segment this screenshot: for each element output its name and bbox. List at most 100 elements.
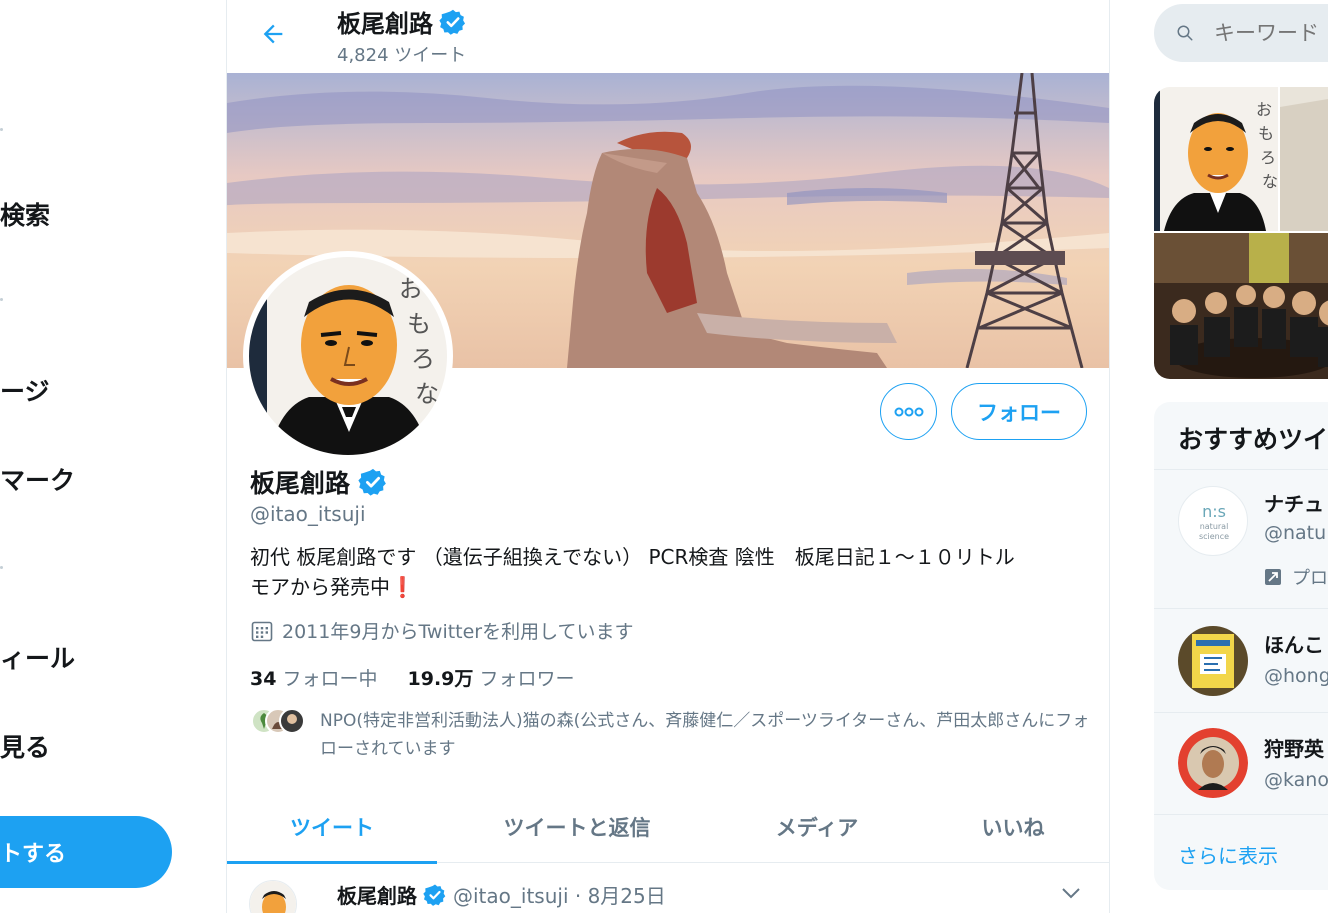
following-count: 34 bbox=[250, 668, 277, 690]
svg-text:お: お bbox=[1256, 100, 1272, 119]
verified-badge-icon bbox=[439, 9, 466, 35]
media-thumbnail-1[interactable]: お も ろ な bbox=[1154, 87, 1278, 231]
tweet-avatar[interactable] bbox=[249, 880, 297, 913]
tweet-avatar-image bbox=[250, 881, 296, 913]
search-icon bbox=[1177, 25, 1193, 41]
media-thumbnail-2[interactable] bbox=[1280, 87, 1328, 231]
nav-item-bookmarks[interactable]: マーク bbox=[0, 461, 75, 497]
profile-avatar[interactable]: お も ろ な bbox=[243, 251, 453, 461]
recommended-avatar-image bbox=[1178, 728, 1248, 798]
recommended-item[interactable]: n:s natural science ナチュ @natu プロ bbox=[1154, 469, 1328, 608]
svg-text:ろ: ろ bbox=[1260, 148, 1276, 167]
more-dots-icon bbox=[894, 407, 923, 416]
followers-count: 19.9万 bbox=[407, 668, 474, 690]
tab-tweets-and-replies[interactable]: ツイートと返信 bbox=[437, 790, 717, 863]
recommended-name[interactable]: ほんこ bbox=[1264, 629, 1324, 658]
profile-header-bar: 板尾創路 4,824 ツイート bbox=[227, 0, 1109, 73]
svg-text:ろ: ろ bbox=[411, 345, 435, 373]
logo-subtitle: natural science bbox=[1198, 522, 1230, 541]
search-input[interactable] bbox=[1214, 21, 1328, 45]
recommended-title: おすすめツイ bbox=[1178, 425, 1328, 454]
verified-badge-icon bbox=[423, 884, 446, 906]
tweet-button[interactable]: トする bbox=[0, 816, 172, 888]
following-label: フォロー中 bbox=[282, 668, 378, 690]
tab-likes[interactable]: いいね bbox=[917, 790, 1109, 863]
promoted-icon bbox=[1265, 569, 1281, 585]
nav-item-more[interactable]: 見る bbox=[0, 728, 50, 764]
recommended-name[interactable]: 狩野英 bbox=[1264, 733, 1324, 762]
recommended-avatar[interactable] bbox=[1178, 728, 1248, 798]
profile-handle: @itao_itsuji bbox=[250, 502, 366, 526]
tweet-count: 4,824 ツイート bbox=[337, 45, 467, 66]
nav-item-search[interactable]: 検索 bbox=[0, 196, 50, 232]
svg-text:n:s: n:s bbox=[1202, 502, 1226, 521]
promoted-text: プロ bbox=[1292, 568, 1328, 589]
follow-button[interactable]: フォロー bbox=[951, 383, 1087, 440]
nav-icon bbox=[0, 566, 3, 569]
more-options-button[interactable] bbox=[880, 383, 937, 440]
right-sidebar: お も ろ な bbox=[1110, 0, 1328, 913]
media-thumbnail-3[interactable] bbox=[1154, 233, 1328, 379]
calendar-icon bbox=[251, 621, 273, 641]
joined-text: 2011年9月からTwitterを利用しています bbox=[282, 621, 634, 643]
tweet-meta: @itao_itsuji · 8月25日 bbox=[453, 884, 666, 908]
recommended-panel: おすすめツイ n:s natural science ナチュ @natu プロ bbox=[1154, 402, 1328, 890]
followed-by[interactable]: NPO(特定非営利活動法人)猫の森(公式さん、斉藤健仁／スポーツライターさん、芦… bbox=[250, 707, 1090, 763]
media-grid: お も ろ な bbox=[1154, 87, 1328, 379]
nav-item-page[interactable]: ージ bbox=[0, 372, 50, 408]
followers-label: フォロワー bbox=[479, 668, 575, 690]
avatar-caption-text: お bbox=[399, 275, 423, 303]
nav-item-profile[interactable]: ィール bbox=[0, 639, 75, 675]
svg-text:な: な bbox=[415, 380, 439, 408]
profile-bio: 初代 板尾創路です （遺伝子組換えでない） PCR検査 陰性 板尾日記１〜１０リ… bbox=[250, 542, 1100, 602]
header-title: 板尾創路 bbox=[337, 4, 467, 39]
tweet-header: 板尾創路 @itao_itsuji · 8月25日 bbox=[337, 880, 666, 909]
profile-tabs: ツイート ツイートと返信 メディア いいね bbox=[227, 790, 1109, 864]
media-image-1: お も ろ な bbox=[1154, 87, 1278, 231]
bio-line-2: モアから発売中❗ bbox=[250, 572, 1100, 602]
recommended-item[interactable]: 狩野英 @kano bbox=[1154, 712, 1328, 814]
profile-name-text: 板尾創路 bbox=[250, 469, 351, 498]
nav-icon bbox=[0, 128, 3, 131]
svg-text:も: も bbox=[407, 310, 431, 338]
tweet-item[interactable]: 板尾創路 @itao_itsuji · 8月25日 bbox=[227, 864, 1109, 913]
follow-stats: 34 フォロー中 19.9万 フォロワー bbox=[250, 664, 574, 691]
svg-text:な: な bbox=[1262, 172, 1278, 191]
media-image-3 bbox=[1154, 233, 1328, 379]
back-button[interactable] bbox=[257, 18, 289, 50]
tab-tweets[interactable]: ツイート bbox=[227, 790, 437, 864]
tweet-author-name[interactable]: 板尾創路 bbox=[337, 880, 417, 909]
chevron-down-icon[interactable] bbox=[1061, 886, 1081, 900]
recommended-avatar[interactable] bbox=[1178, 626, 1248, 696]
recommended-item[interactable]: ほんこ @hong bbox=[1154, 608, 1328, 712]
recommended-handle: @natu bbox=[1264, 522, 1327, 544]
profile-column: 板尾創路 4,824 ツイート お も ろ な フォロー 板尾創路 @itao_… bbox=[226, 0, 1110, 913]
recommended-avatar[interactable]: n:s natural science bbox=[1178, 486, 1248, 556]
avatar-image: お も ろ な bbox=[249, 257, 447, 455]
recommended-handle: @hong bbox=[1264, 665, 1328, 687]
verified-badge-icon bbox=[358, 468, 386, 496]
natural-science-logo: n:s natural science bbox=[1198, 502, 1230, 541]
followers-link[interactable]: 19.9万 フォロワー bbox=[408, 664, 575, 691]
back-arrow-icon bbox=[263, 24, 283, 44]
tab-media[interactable]: メディア bbox=[717, 790, 917, 863]
following-link[interactable]: 34 フォロー中 bbox=[250, 664, 378, 691]
svg-text:も: も bbox=[1258, 124, 1274, 143]
promoted-label: プロ bbox=[1264, 564, 1328, 590]
recommended-avatar-image bbox=[1178, 626, 1248, 696]
bio-line-2-text: モアから発売中 bbox=[250, 575, 390, 599]
search-box[interactable] bbox=[1154, 4, 1328, 62]
profile-name: 板尾創路 bbox=[250, 464, 388, 500]
media-image-2 bbox=[1280, 87, 1328, 231]
left-navigation: 検索 ージ マーク ィール 見る トする bbox=[0, 0, 226, 913]
recommended-handle: @kano bbox=[1264, 769, 1328, 791]
followed-avatars-image bbox=[251, 708, 305, 734]
followed-by-avatars bbox=[250, 707, 306, 735]
recommended-name[interactable]: ナチュ bbox=[1264, 488, 1324, 517]
bio-line-1: 初代 板尾創路です （遺伝子組換えでない） PCR検査 陰性 板尾日記１〜１０リ… bbox=[250, 545, 1015, 569]
exclamation-emoji: ❗ bbox=[390, 575, 415, 599]
divider bbox=[1154, 814, 1328, 815]
header-name-text: 板尾創路 bbox=[337, 10, 433, 38]
followed-by-text: NPO(特定非営利活動法人)猫の森(公式さん、斉藤健仁／スポーツライターさん、芦… bbox=[320, 711, 1090, 759]
show-more-link[interactable]: さらに表示 bbox=[1178, 840, 1278, 869]
